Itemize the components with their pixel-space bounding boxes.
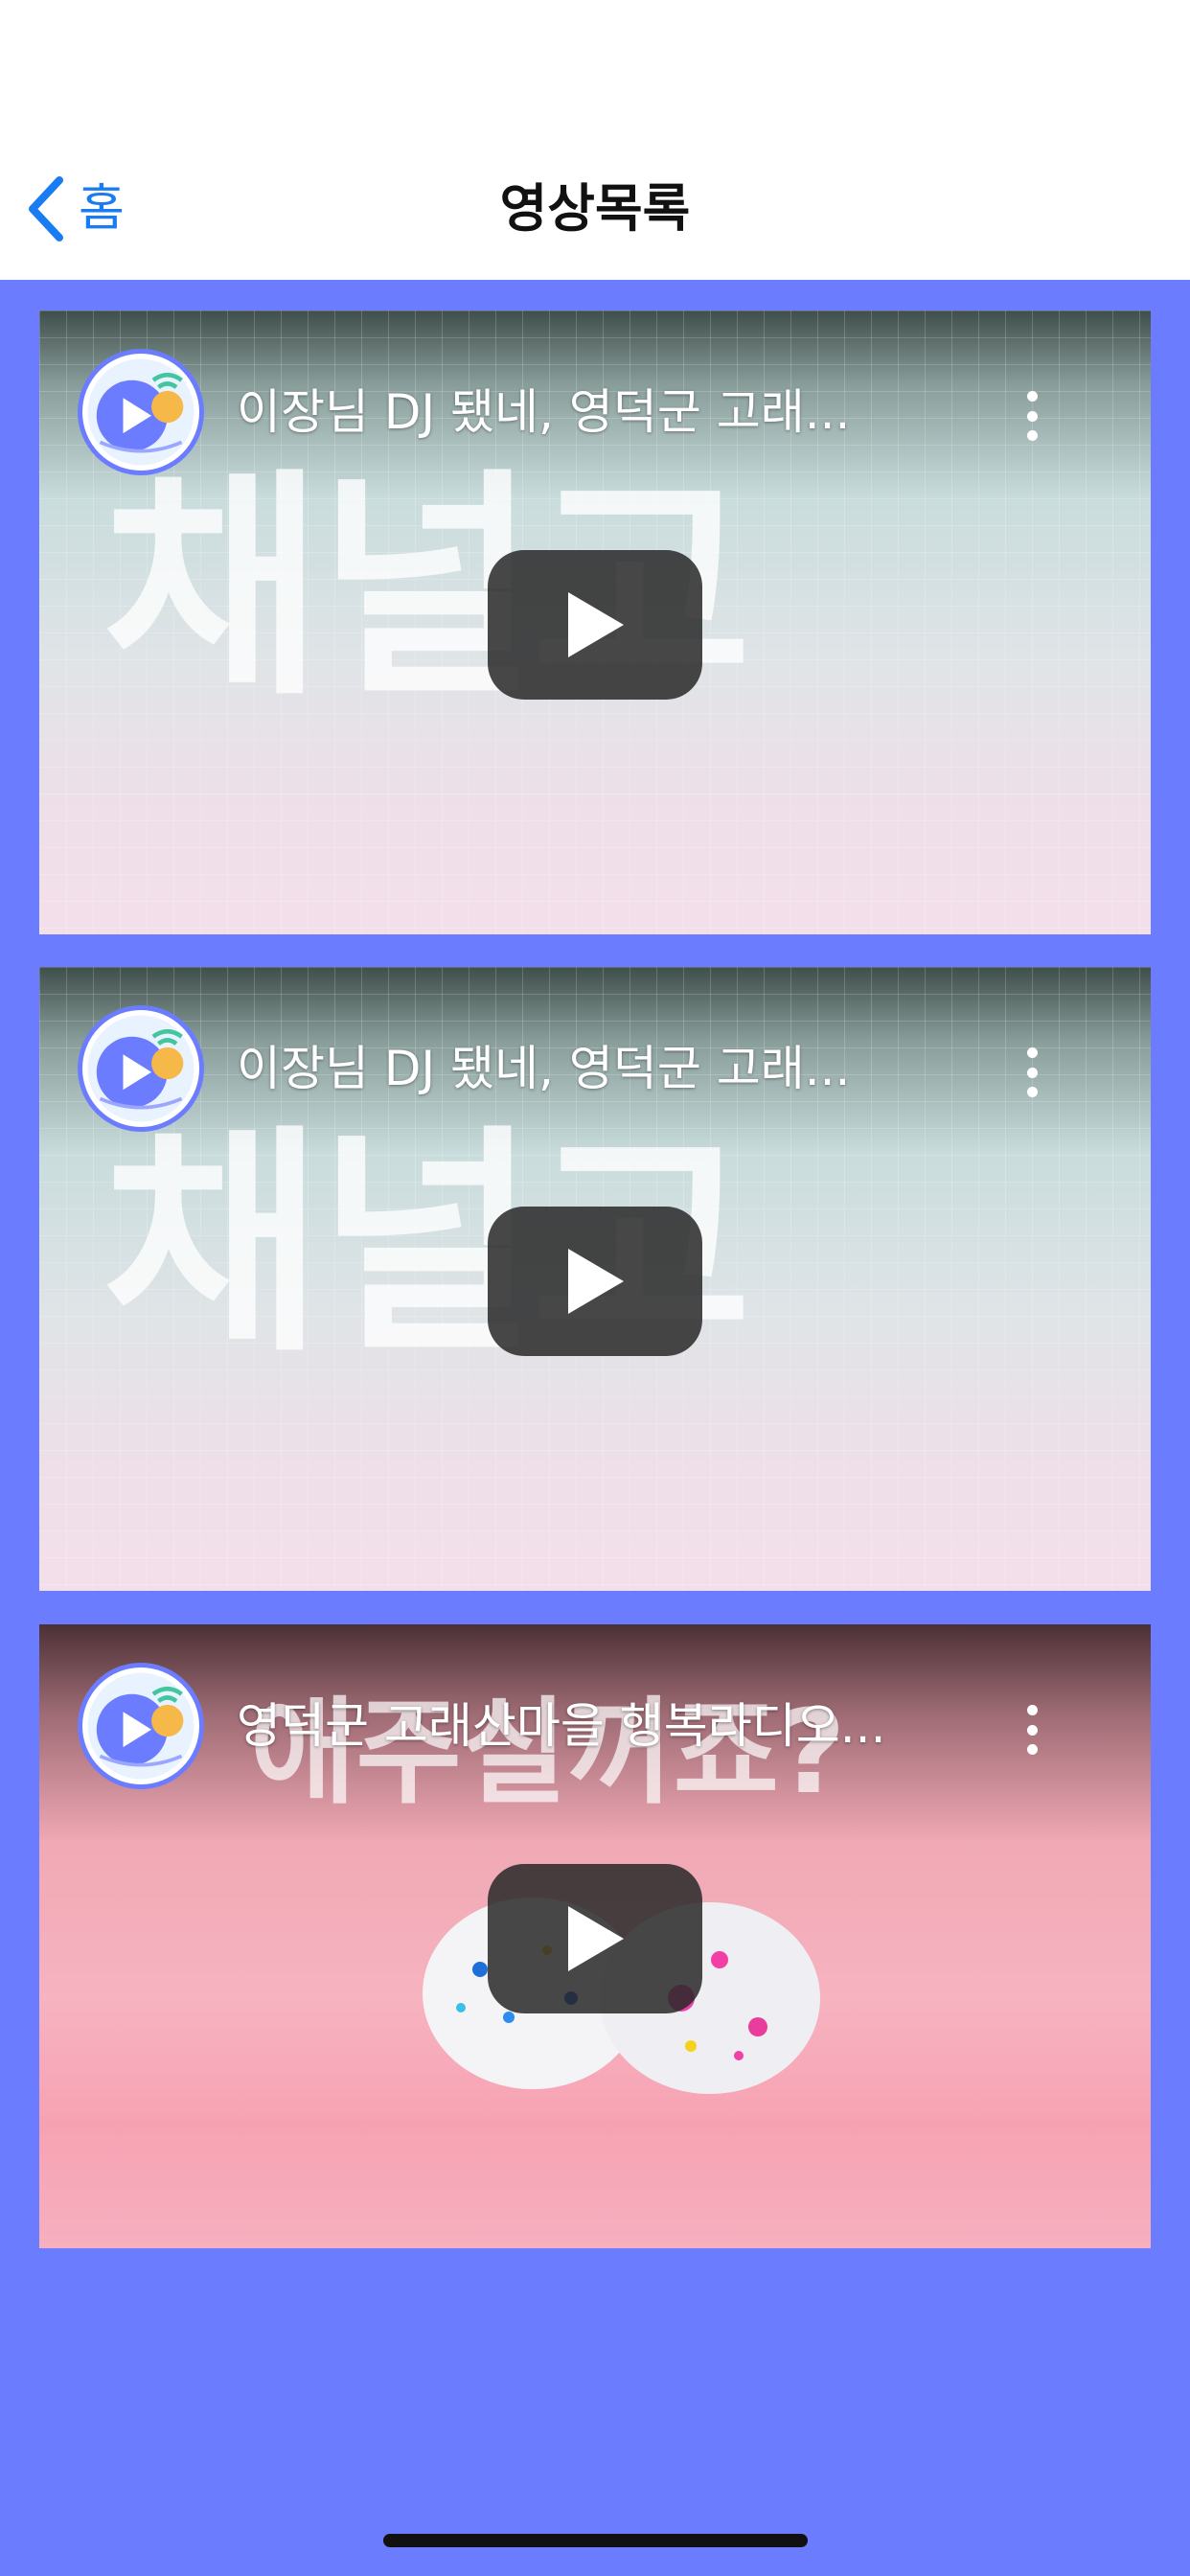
video-card[interactable]: 채널고 이장님 DJ 됐네, 영덕군 고래... bbox=[39, 967, 1151, 1591]
navigation-bar: 홈 영상목록 bbox=[0, 0, 1190, 280]
page-title: 영상목록 bbox=[499, 178, 691, 239]
more-vert-icon bbox=[1026, 391, 1038, 402]
video-title: 이장님 DJ 됐네, 영덕군 고래... bbox=[237, 384, 851, 440]
play-icon bbox=[568, 592, 624, 657]
play-icon bbox=[568, 1906, 624, 1971]
play-button[interactable] bbox=[488, 1207, 702, 1356]
video-card[interactable]: 채널고 이장님 DJ 됐네, 영덕군 고래... bbox=[39, 310, 1151, 934]
channel-avatar[interactable] bbox=[78, 1005, 204, 1132]
more-options-button[interactable] bbox=[1009, 385, 1055, 447]
more-vert-icon bbox=[1026, 1705, 1038, 1715]
home-indicator[interactable] bbox=[383, 2534, 808, 2547]
channel-logo-icon bbox=[87, 358, 195, 466]
more-options-button[interactable] bbox=[1009, 1699, 1055, 1760]
channel-avatar[interactable] bbox=[78, 349, 204, 475]
channel-logo-icon bbox=[87, 1015, 195, 1122]
play-button[interactable] bbox=[488, 1864, 702, 2013]
video-card[interactable]: 애주실꺼죠? 영덕군 고래산마을 행복라디오... bbox=[39, 1624, 1151, 2248]
play-icon bbox=[568, 1249, 624, 1314]
channel-avatar[interactable] bbox=[78, 1663, 204, 1789]
channel-logo-icon bbox=[87, 1672, 195, 1780]
more-vert-icon bbox=[1026, 1047, 1038, 1058]
play-button[interactable] bbox=[488, 550, 702, 700]
video-title: 이장님 DJ 됐네, 영덕군 고래... bbox=[237, 1041, 851, 1096]
video-title: 영덕군 고래산마을 행복라디오... bbox=[237, 1698, 886, 1754]
more-options-button[interactable] bbox=[1009, 1042, 1055, 1103]
